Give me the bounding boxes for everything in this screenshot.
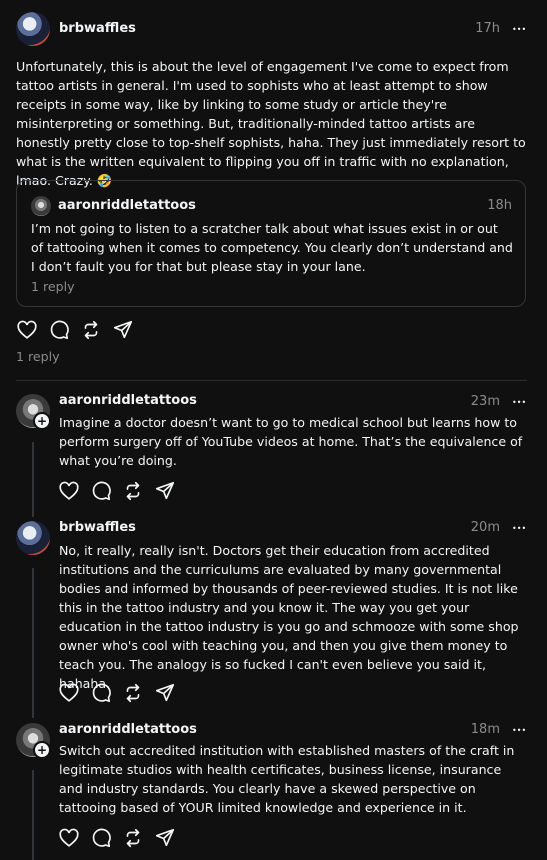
more-icon[interactable]: ••• (512, 726, 526, 735)
comment-icon[interactable] (90, 480, 112, 502)
share-icon[interactable] (154, 682, 176, 704)
quoted-post[interactable]: aaronriddletattoos 18h I’m not going to … (16, 180, 526, 307)
more-icon[interactable]: ••• (512, 25, 526, 34)
share-icon[interactable] (112, 319, 134, 341)
action-bar (58, 480, 188, 502)
repost-icon[interactable] (80, 319, 102, 341)
post-text: Unfortunately, this is about the level o… (16, 59, 526, 188)
quoted-text: I’m not going to listen to a scratcher t… (31, 221, 513, 274)
avatar[interactable] (16, 521, 50, 555)
timestamp: 23m (470, 394, 500, 409)
timestamp: 18m (470, 722, 500, 737)
quoted-replies-count[interactable]: 1 reply (31, 279, 75, 294)
share-icon[interactable] (154, 827, 176, 849)
avatar[interactable] (31, 196, 51, 216)
repost-icon[interactable] (122, 827, 144, 849)
more-icon[interactable]: ••• (512, 524, 526, 533)
heart-icon[interactable] (58, 682, 80, 704)
quoted-username[interactable]: aaronriddletattoos (58, 198, 196, 213)
replies-count[interactable]: 1 reply (16, 349, 60, 364)
comment-icon[interactable] (90, 827, 112, 849)
avatar[interactable] (16, 12, 50, 46)
quoted-timestamp: 18h (487, 198, 512, 213)
reply-text: Switch out accredited institution with e… (59, 743, 515, 815)
heart-icon[interactable] (58, 480, 80, 502)
thread-line (32, 568, 34, 718)
username[interactable]: brbwaffles (59, 520, 136, 535)
action-bar (16, 319, 146, 341)
comment-icon[interactable] (90, 682, 112, 704)
thread-line (32, 770, 34, 860)
username[interactable]: brbwaffles (59, 21, 136, 36)
action-bar (58, 682, 188, 704)
username[interactable]: aaronriddletattoos (59, 722, 197, 737)
comment-icon[interactable] (48, 319, 70, 341)
username[interactable]: aaronriddletattoos (59, 393, 197, 408)
heart-icon[interactable] (58, 827, 80, 849)
more-icon[interactable]: ••• (512, 398, 526, 407)
follow-plus-icon[interactable]: + (33, 741, 51, 759)
reply-text: No, it really, really isn't. Doctors get… (59, 543, 519, 691)
follow-plus-icon[interactable]: + (33, 412, 51, 430)
timestamp: 20m (470, 520, 500, 535)
heart-icon[interactable] (16, 319, 38, 341)
share-icon[interactable] (154, 480, 176, 502)
divider (16, 380, 527, 381)
repost-icon[interactable] (122, 480, 144, 502)
thread-line (32, 442, 34, 517)
action-bar (58, 827, 188, 849)
timestamp: 17h (475, 21, 500, 36)
reply-text: Imagine a doctor doesn’t want to go to m… (59, 415, 523, 468)
repost-icon[interactable] (122, 682, 144, 704)
